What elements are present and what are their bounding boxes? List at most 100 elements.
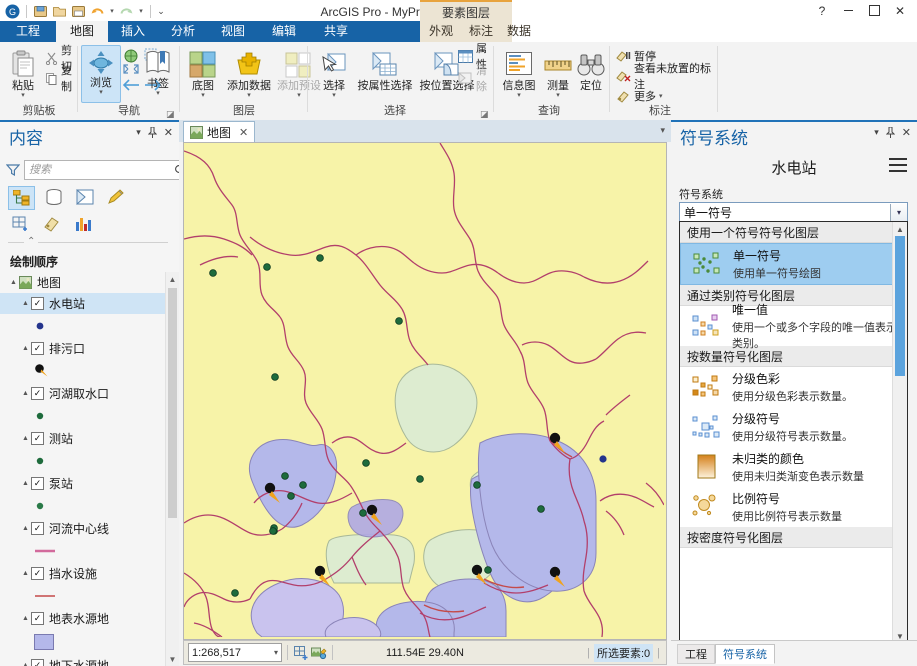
infographic-button[interactable]: 信息图 ▾: [498, 47, 540, 99]
layer-row-5[interactable]: ▲ ✓ 河流中心线: [0, 518, 171, 539]
station-point[interactable]: [263, 263, 271, 271]
basemap-button[interactable]: 底图 ▾: [184, 47, 222, 99]
list-by-labeling-icon[interactable]: [39, 213, 64, 235]
layer-checkbox-6[interactable]: ✓: [31, 567, 44, 580]
tab-project[interactable]: 工程: [0, 21, 56, 42]
tab-analysis[interactable]: 分析: [158, 21, 208, 42]
explore-button[interactable]: 浏览 ▾: [81, 45, 121, 103]
close-button[interactable]: ✕: [887, 1, 913, 21]
list-by-snapping-icon[interactable]: [8, 213, 33, 235]
station-point[interactable]: [316, 254, 324, 262]
contents-pane-pin-icon[interactable]: [147, 127, 157, 138]
tab-view[interactable]: 视图: [208, 21, 258, 42]
expand-arrow-icon[interactable]: ▲: [20, 615, 31, 622]
tab-appearance[interactable]: 外观: [420, 21, 462, 42]
expand-arrow-icon[interactable]: ▲: [20, 525, 31, 532]
more-labeling-dropdown-icon[interactable]: ▾: [659, 92, 663, 100]
dropdown-item-single-symbol[interactable]: 单一符号 使用单一符号绘图: [680, 243, 907, 285]
add-data-dropdown-icon[interactable]: ▾: [224, 92, 274, 99]
dropdown-scrollbar[interactable]: ▲ ▼: [892, 222, 907, 643]
layer-symbol-4[interactable]: [0, 494, 171, 518]
expand-arrow-icon[interactable]: ▲: [20, 390, 31, 397]
station-point[interactable]: [269, 527, 277, 535]
station-point[interactable]: [231, 589, 239, 597]
layer-row-0[interactable]: ▲ ✓ 水电站: [0, 293, 171, 314]
layer-row-7[interactable]: ▲ ✓ 地表水源地: [0, 608, 171, 629]
layer-row-8[interactable]: ▲ ✓ 地下水源地: [0, 655, 171, 666]
bottom-tab-project[interactable]: 工程: [677, 643, 715, 664]
bottom-tab-symbology[interactable]: 符号系统: [715, 643, 775, 664]
chevron-up-icon[interactable]: ⌃: [24, 236, 39, 247]
expand-arrow-icon[interactable]: ▲: [20, 435, 31, 442]
selection-group-launcher[interactable]: ◪: [480, 109, 489, 119]
symbology-pane-pin-icon[interactable]: [885, 127, 895, 138]
station-point[interactable]: [484, 566, 492, 574]
expand-arrow-icon[interactable]: ▲: [20, 570, 31, 577]
select-dropdown-icon[interactable]: ▾: [314, 92, 354, 99]
dropdown-item-unclassed-colors[interactable]: 未归类的颜色 使用未归类渐变色表示数量: [680, 447, 907, 487]
bookmarks-dropdown-icon[interactable]: ▾: [138, 90, 178, 97]
tab-share[interactable]: 共享: [310, 21, 362, 42]
contents-scrollbar[interactable]: ▲ ▼: [165, 272, 179, 666]
tab-map[interactable]: 地图: [56, 21, 108, 42]
layer-checkbox-2[interactable]: ✓: [31, 387, 44, 400]
contents-search-box[interactable]: ▾: [24, 160, 195, 180]
search-input[interactable]: [27, 163, 174, 177]
select-button[interactable]: 选择 ▾: [314, 47, 354, 99]
infographic-dropdown-icon[interactable]: ▾: [498, 92, 540, 99]
dropdown-item-proportional-symbols[interactable]: 比例符号 使用比例符号表示数量: [680, 487, 907, 527]
layer-row-2[interactable]: ▲ ✓ 河湖取水口: [0, 383, 171, 404]
symbology-type-combobox[interactable]: 单一符号 ▾: [679, 202, 908, 223]
expand-arrow-icon[interactable]: ▲: [20, 662, 31, 666]
explore-dropdown-icon[interactable]: ▾: [82, 89, 120, 96]
tab-edit[interactable]: 编辑: [258, 21, 310, 42]
basemap-dropdown-icon[interactable]: ▾: [184, 92, 222, 99]
station-point[interactable]: [359, 509, 367, 517]
scroll-up-icon[interactable]: ▲: [893, 222, 907, 236]
view-unplaced-labels-button[interactable]: 查看未放置的标注: [616, 63, 718, 91]
symbology-pane-menu-icon[interactable]: ▾: [874, 127, 879, 138]
minimize-button[interactable]: [835, 1, 861, 21]
dropdown-item-graduated-colors[interactable]: 分级色彩 使用分级色彩表示数量。: [680, 367, 907, 407]
layer-symbol-0[interactable]: [0, 314, 171, 338]
contents-collapse-toggle[interactable]: ⌃: [8, 236, 168, 247]
layer-symbol-5[interactable]: [0, 539, 171, 563]
hamburger-menu-icon[interactable]: [889, 158, 907, 172]
tree-item-map[interactable]: ▲ 地图: [0, 272, 171, 293]
clear-selection-button[interactable]: 清除: [458, 65, 494, 93]
symbology-pane-close-icon[interactable]: ✕: [902, 126, 911, 139]
hydropower-point[interactable]: [599, 455, 607, 463]
measure-button[interactable]: 测量 ▾: [540, 47, 576, 99]
dropdown-item-graduated-symbols[interactable]: 分级符号 使用分级符号表示数量。: [680, 407, 907, 447]
station-point[interactable]: [271, 373, 279, 381]
expand-arrow-icon[interactable]: ▲: [8, 279, 19, 286]
layer-checkbox-7[interactable]: ✓: [31, 612, 44, 625]
map-tab-menu-icon[interactable]: ▾: [660, 125, 665, 136]
contents-pane-close-icon[interactable]: ✕: [164, 126, 173, 139]
layer-symbol-6[interactable]: [0, 584, 171, 608]
station-point[interactable]: [395, 317, 403, 325]
list-by-charts-icon[interactable]: [70, 213, 95, 235]
layer-symbol-7[interactable]: [0, 629, 171, 655]
layer-checkbox-1[interactable]: ✓: [31, 342, 44, 355]
list-by-drawing-order-icon[interactable]: [8, 186, 35, 210]
chevron-down-icon[interactable]: ▾: [890, 204, 907, 221]
expand-arrow-icon[interactable]: ▲: [20, 480, 31, 487]
station-point[interactable]: [537, 505, 545, 513]
tab-insert[interactable]: 插入: [108, 21, 158, 42]
scrollbar-thumb[interactable]: [895, 236, 905, 376]
station-point[interactable]: [473, 481, 481, 489]
paste-dropdown-icon[interactable]: ▾: [3, 92, 43, 99]
scrollbar-thumb[interactable]: [168, 288, 177, 518]
select-by-attribute-button[interactable]: 按属性选择: [354, 47, 416, 93]
station-point[interactable]: [209, 269, 217, 277]
filter-funnel-icon[interactable]: [6, 162, 20, 178]
station-point[interactable]: [287, 492, 295, 500]
tab-data[interactable]: 数据: [500, 21, 538, 42]
maximize-button[interactable]: [861, 1, 887, 21]
list-by-editing-icon[interactable]: [103, 186, 128, 208]
layer-checkbox-5[interactable]: ✓: [31, 522, 44, 535]
layer-row-1[interactable]: ▲ ✓ 排污口: [0, 338, 171, 359]
paste-button[interactable]: 粘贴 ▾: [3, 47, 43, 99]
map-view-tab[interactable]: 地图 ✕: [183, 121, 256, 143]
